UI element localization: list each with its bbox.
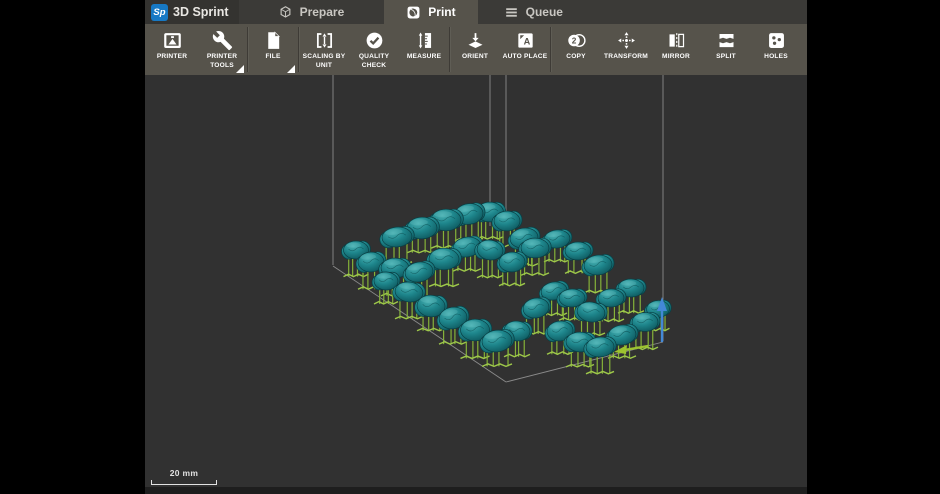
app-title: 3D Sprint (173, 5, 229, 19)
auto-place-button[interactable]: A AUTO PLACE (500, 24, 550, 75)
scaling-icon (316, 33, 332, 48)
printer-icon (163, 33, 181, 48)
tab-queue[interactable]: Queue (492, 0, 575, 24)
svg-text:2: 2 (571, 35, 576, 45)
holes-icon (768, 33, 784, 48)
split-button[interactable]: SPLIT (701, 24, 751, 75)
build-scene (145, 75, 807, 494)
orient-button[interactable]: ORIENT (450, 24, 500, 75)
toolbar-button-label: COPY (566, 53, 586, 60)
scale-bar-label: 20 mm (169, 468, 199, 478)
app-logo-icon: Sp (151, 3, 168, 21)
measure-button[interactable]: MEASURE (399, 24, 449, 75)
tab-bar: Sp 3D Sprint Prepare Print Queue (145, 0, 807, 24)
toolbar: PRINTER PRINTER TOOLS FILE SCALING BY UNI… (145, 24, 807, 75)
app-window: Sp 3D Sprint Prepare Print Queue PRINTER… (145, 0, 807, 494)
file-button[interactable]: FILE (248, 24, 298, 75)
toolbar-button-label: QUALITY CHECK (358, 53, 390, 69)
toolbar-button-label: MEASURE (406, 53, 442, 60)
scaling-by-unit-button[interactable]: SCALING BY UNIT (299, 24, 349, 75)
measure-icon (418, 32, 431, 49)
scale-bar-bracket (151, 480, 217, 485)
tab-prepare-label: Prepare (299, 5, 345, 19)
toolbar-button-label: ORIENT (461, 53, 489, 60)
printer-button[interactable]: PRINTER (147, 24, 197, 75)
toolbar-button-label: FILE (265, 53, 281, 60)
menu-icon (504, 5, 519, 20)
toolbar-button-label: PRINTER (156, 53, 188, 60)
cube-icon (278, 5, 293, 20)
file-icon (267, 31, 280, 49)
dropdown-corner-icon[interactable] (287, 65, 295, 73)
transform-icon (617, 32, 635, 49)
toolbar-button-label: MIRROR (662, 53, 690, 60)
screenshot-root: Sp 3D Sprint Prepare Print Queue PRINTER… (0, 0, 940, 494)
app-brand: Sp 3D Sprint (145, 0, 239, 24)
tab-queue-label: Queue (525, 5, 563, 19)
toolbar-button-label: SCALING BY UNIT (302, 53, 346, 69)
viewport-bottom-edge (145, 487, 807, 494)
printer-tools-button[interactable]: PRINTER TOOLS (197, 24, 247, 75)
toolbar-button-label: AUTO PLACE (502, 53, 548, 60)
tab-print-label: Print (428, 5, 456, 19)
split-icon (719, 33, 733, 48)
tab-prepare[interactable]: Prepare (266, 0, 357, 24)
quality-check-icon (366, 32, 382, 49)
wrench-icon (212, 30, 232, 51)
tab-print[interactable]: Print (384, 0, 478, 24)
toolbar-button-label: TRANSFORM (604, 53, 648, 60)
svg-text:A: A (523, 37, 530, 47)
holes-button[interactable]: HOLES (751, 24, 801, 75)
scale-bar: 20 mm (151, 468, 217, 485)
transform-button[interactable]: TRANSFORM (601, 24, 651, 75)
orient-icon (468, 33, 482, 48)
copy-icon: 2 (567, 34, 586, 47)
toolbar-button-label: HOLES (764, 53, 788, 60)
viewport-3d[interactable]: 20 mm (145, 75, 807, 494)
mirror-icon (669, 33, 684, 48)
dropdown-corner-icon[interactable] (236, 65, 244, 73)
auto-place-icon: A (517, 33, 533, 48)
toolbar-button-label: SPLIT (716, 53, 736, 60)
mirror-button[interactable]: MIRROR (651, 24, 701, 75)
sphere-icon (406, 5, 421, 20)
copy-button[interactable]: 2 COPY (551, 24, 601, 75)
quality-check-button[interactable]: QUALITY CHECK (349, 24, 399, 75)
